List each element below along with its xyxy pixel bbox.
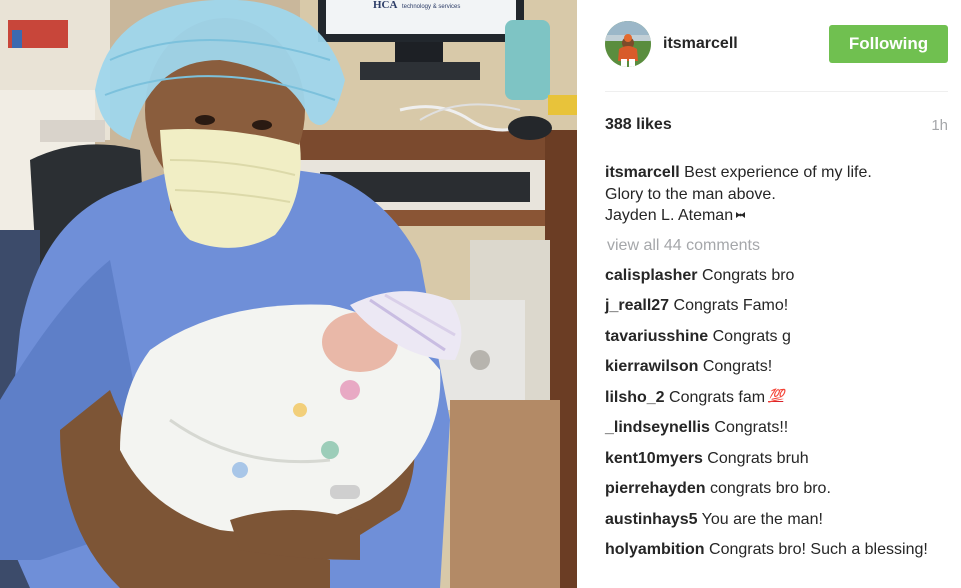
comment-item: pierrehayden congrats bro bro. xyxy=(605,478,948,500)
comment-username[interactable]: kierrawilson xyxy=(605,358,698,375)
post-info-panel: itsmarcell Following 388 likes 1h itsmar… xyxy=(577,0,961,588)
comment-text: Congrats! xyxy=(702,358,773,375)
comment-text: Congrats fam xyxy=(669,388,766,406)
monitor-tagline: technology & services xyxy=(402,4,460,10)
post-timestamp[interactable]: 1h xyxy=(931,117,948,134)
comment-text: You are the man! xyxy=(701,510,823,528)
caption-username[interactable]: itsmarcell xyxy=(605,164,680,181)
comment-text: congrats bro bro. xyxy=(709,480,831,497)
comment-username[interactable]: calisplasher xyxy=(605,267,698,284)
comment-item: kent10myers Congrats bruh xyxy=(605,448,948,470)
comment-item: tavariusshine Congrats g xyxy=(605,326,948,348)
comment-item: holyambition Congrats bro! Such a blessi… xyxy=(605,539,948,561)
caption-line-3: Jayden L. Ateman xyxy=(605,205,948,227)
monitor-brand: HCA xyxy=(373,0,398,11)
post-header: itsmarcell Following xyxy=(605,0,948,92)
comment-text: Congrats bro! Such a blessing! xyxy=(709,541,928,558)
comment-username[interactable]: _lindseynellis xyxy=(605,419,710,436)
avatar-image xyxy=(605,20,651,67)
comment-text: Congrats bruh xyxy=(707,449,809,467)
comment-text: Congrats g xyxy=(712,327,791,345)
caption-line-1: itsmarcell Best experience of my life. xyxy=(605,162,948,184)
following-button[interactable]: Following xyxy=(829,25,948,63)
comment-username[interactable]: lilsho_2 xyxy=(605,389,665,406)
photo-scene: HCA technology & services xyxy=(0,0,577,588)
comment-username[interactable]: holyambition xyxy=(605,541,705,558)
comment-item: kierrawilson Congrats! xyxy=(605,356,948,378)
instagram-post: HCA technology & services itsmarcell Fol… xyxy=(0,0,961,588)
comment-item: calisplasher Congrats bro xyxy=(605,265,948,287)
avatar[interactable] xyxy=(605,20,651,67)
comment-text: Congrats bro xyxy=(701,266,795,284)
caption-text: Best experience of my life. xyxy=(684,164,872,181)
view-all-comments-link[interactable]: view all 44 comments xyxy=(607,234,948,258)
post-author-username[interactable]: itsmarcell xyxy=(663,35,738,53)
comment-username[interactable]: j_reall27 xyxy=(605,297,669,314)
comment-item: _lindseynellis Congrats!! xyxy=(605,417,948,439)
comment-item: j_reall27 Congrats Famo! xyxy=(605,295,948,317)
comment-username[interactable]: pierrehayden xyxy=(605,480,705,497)
comment-text: Congrats Famo! xyxy=(673,297,789,314)
post-photo[interactable]: HCA technology & services xyxy=(0,0,577,588)
comment-item: lilsho_2 Congrats fam 💯 xyxy=(605,387,948,409)
comment-username[interactable]: tavariusshine xyxy=(605,328,708,345)
comment-text: Congrats!! xyxy=(714,419,789,436)
comments-list: calisplasher Congrats bro j_reall27 Cong… xyxy=(605,265,948,561)
bow-tie-icon xyxy=(736,212,746,218)
caption-line-2: Glory to the man above. xyxy=(605,185,776,203)
comment-username[interactable]: austinhays5 xyxy=(605,511,697,528)
comment-item: austinhays5 You are the man! xyxy=(605,509,948,531)
post-caption: itsmarcell Best experience of my life. G… xyxy=(605,162,948,227)
post-meta: 388 likes 1h xyxy=(605,90,948,160)
comment-username[interactable]: kent10myers xyxy=(605,450,703,467)
caption-name: Jayden L. Ateman xyxy=(605,207,734,224)
likes-count[interactable]: 388 likes xyxy=(605,116,672,134)
hundred-points-emoji-icon: 💯 xyxy=(768,387,784,403)
